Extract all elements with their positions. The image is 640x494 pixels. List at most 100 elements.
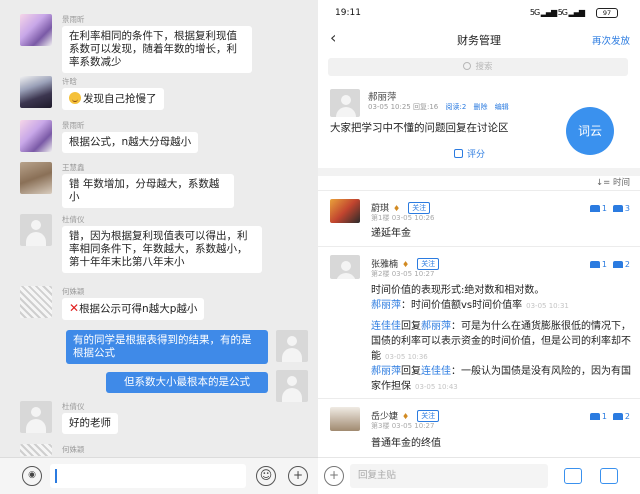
- avatar[interactable]: [20, 401, 52, 433]
- vip-icon: ♦: [402, 260, 410, 269]
- like-icon[interactable]: [612, 261, 623, 268]
- sender-name: 何姝颖: [62, 287, 85, 296]
- reply-input[interactable]: 回复主贴: [350, 464, 548, 488]
- sub-reply[interactable]: 郝丽萍回复连佳佳：一般认为国债是没有风险的，因为有国家作担保 03-05 10:4…: [371, 364, 633, 395]
- repost-button[interactable]: 再次发放: [592, 33, 630, 47]
- reply-bar: + 回复主贴: [318, 457, 640, 494]
- reply-time: 03-05 10:26: [391, 214, 435, 222]
- avatar[interactable]: [20, 286, 52, 318]
- cross-mark-icon: ✕: [69, 301, 80, 315]
- delete-link[interactable]: 删除: [474, 103, 488, 111]
- reply-floor: 第1楼 03-05 10:26: [371, 213, 434, 223]
- chat-panel: 景雨昕 在利率相同的条件下，根据复利现值系数可以发现，随着年数的增长，利率系数减…: [0, 0, 318, 494]
- avatar[interactable]: [330, 255, 360, 279]
- thumbs-up-icon[interactable]: [564, 468, 582, 484]
- read-count-link[interactable]: 阅读:2: [445, 103, 466, 111]
- avatar[interactable]: [276, 330, 308, 362]
- sender-name: 杜倩仪: [62, 402, 85, 411]
- avatar[interactable]: [20, 14, 52, 46]
- reply-stats: 13: [584, 204, 630, 213]
- rate-button[interactable]: 评分: [454, 147, 485, 160]
- sub-reply-time: 03-05 10:36: [385, 353, 428, 361]
- post-author: 郝丽萍: [368, 92, 397, 103]
- share-icon[interactable]: [600, 468, 618, 484]
- score-icon[interactable]: [589, 261, 600, 268]
- avatar[interactable]: [20, 444, 52, 456]
- reply-word: 回复: [401, 321, 421, 332]
- post-meta: 03-05 10:25 回复:16 阅读:2 删除 编辑: [368, 102, 509, 112]
- main-post: 郝丽萍 03-05 10:25 回复:16 阅读:2 删除 编辑 大家把学习中不…: [318, 80, 640, 168]
- floor-number: 第1楼: [371, 214, 390, 222]
- like-icon[interactable]: [612, 205, 623, 212]
- avatar[interactable]: [20, 76, 52, 108]
- reply-stats: 12: [584, 412, 630, 421]
- nav-bar: ‹ 财务管理 再次发放: [318, 26, 640, 52]
- avatar[interactable]: [20, 214, 52, 246]
- sub-reply-author[interactable]: 郝丽萍: [371, 300, 401, 311]
- sub-reply-target[interactable]: 郝丽萍: [421, 321, 451, 332]
- sender-name: 王慧鑫: [62, 163, 85, 172]
- add-icon[interactable]: +: [288, 466, 308, 486]
- like-count: 3: [624, 204, 630, 213]
- edit-link[interactable]: 编辑: [495, 103, 509, 111]
- message-bubble[interactable]: 好的老师: [62, 413, 118, 434]
- reply-body: 递延年金: [371, 228, 411, 239]
- reply-item: 张雅楠 ♦ 关注 第2楼 03-05 10:27 12 时间价值的表现形式:绝对数和…: [318, 246, 640, 396]
- post-reply-count: 回复:16: [412, 103, 439, 111]
- sub-reply-author[interactable]: 连佳佳: [371, 321, 401, 332]
- status-time: 19:11: [335, 8, 361, 18]
- sender-name: 杜倩仪: [62, 215, 85, 224]
- reply-item: 岳少婕 ♦ 关注 第3楼 03-05 10:27 12 普通年金的终值: [318, 398, 640, 457]
- battery-icon: 97: [596, 8, 618, 18]
- emoji-icon[interactable]: ☺: [256, 466, 276, 486]
- post-date: 03-05 10:25: [368, 103, 411, 111]
- voice-icon[interactable]: ◉: [22, 466, 42, 486]
- message-bubble[interactable]: 根据公式，n越大分母越小: [62, 132, 199, 153]
- sort-by-time[interactable]: ↓= 时间: [596, 176, 630, 188]
- sender-name: 许晗: [62, 77, 77, 86]
- score-count: 1: [601, 412, 607, 421]
- message-bubble[interactable]: 错 年数增加，分母越大，系数越小: [62, 174, 234, 208]
- avatar[interactable]: [276, 370, 308, 402]
- like-count: 2: [624, 260, 630, 269]
- search-input[interactable]: 搜索: [328, 58, 628, 76]
- message-text: 根据公示可得n越大p越小: [79, 303, 198, 315]
- like-count: 2: [624, 412, 630, 421]
- search-icon: [463, 62, 472, 70]
- sub-reply[interactable]: 连佳佳回复郝丽萍：可是为什么在通货膨胀很低的情况下，国债的利率可以表示资金的时间…: [371, 319, 633, 365]
- score-icon[interactable]: [589, 413, 600, 420]
- status-bar: 19:11 5G ▂▄▆ 5G ▂▄▆ 97: [318, 0, 640, 24]
- sub-reply-author[interactable]: 郝丽萍: [371, 366, 401, 377]
- reply-floor: 第2楼 03-05 10:27: [371, 269, 434, 279]
- reply-stats: 12: [584, 260, 630, 269]
- avatar[interactable]: [20, 162, 52, 194]
- message-bubble[interactable]: ✕根据公示可得n越大p越小: [62, 298, 205, 320]
- reply-time: 03-05 10:27: [391, 270, 435, 278]
- avatar[interactable]: [20, 120, 52, 152]
- avatar[interactable]: [330, 89, 360, 117]
- score-count: 1: [601, 260, 607, 269]
- rate-icon: [454, 149, 463, 158]
- message-bubble[interactable]: 错，因为根据复利现值表可以得出，利率相同条件下，年数越大，系数越小，第十年年末比…: [62, 226, 262, 273]
- laugh-emoji-icon: [69, 92, 81, 104]
- avatar[interactable]: [330, 199, 360, 223]
- sender-name: 景雨昕: [62, 121, 85, 130]
- sub-reply-target[interactable]: 连佳佳: [421, 366, 451, 377]
- like-icon[interactable]: [612, 413, 623, 420]
- sub-reply[interactable]: 郝丽萍：时间价值额vs时间价值率 03-05 10:31: [371, 298, 633, 314]
- post-text: 大家把学习中不懂的问题回复在讨论区: [330, 122, 509, 134]
- score-icon[interactable]: [589, 205, 600, 212]
- reply-body: 时间价值的表现形式:绝对数和相对数。: [371, 285, 545, 296]
- sender-name: 何姝颖: [62, 445, 85, 454]
- signal-icon: 5G ▂▄▆ 5G ▂▄▆: [529, 8, 585, 17]
- vip-icon: ♦: [393, 204, 401, 213]
- message-input[interactable]: [50, 464, 246, 488]
- rate-label: 评分: [467, 150, 486, 160]
- add-icon[interactable]: +: [324, 466, 344, 486]
- word-cloud-button[interactable]: 词云: [566, 107, 614, 155]
- message-bubble[interactable]: 发现自己抢慢了: [62, 88, 164, 110]
- message-bubble[interactable]: 有的同学是根据表得到的结果，有的是根据公式: [66, 330, 268, 364]
- message-bubble[interactable]: 在利率相同的条件下，根据复利现值系数可以发现，随着年数的增长，利率系数减少: [62, 26, 252, 73]
- message-bubble[interactable]: 但系数大小最根本的是公式: [106, 372, 268, 393]
- avatar[interactable]: [330, 407, 360, 431]
